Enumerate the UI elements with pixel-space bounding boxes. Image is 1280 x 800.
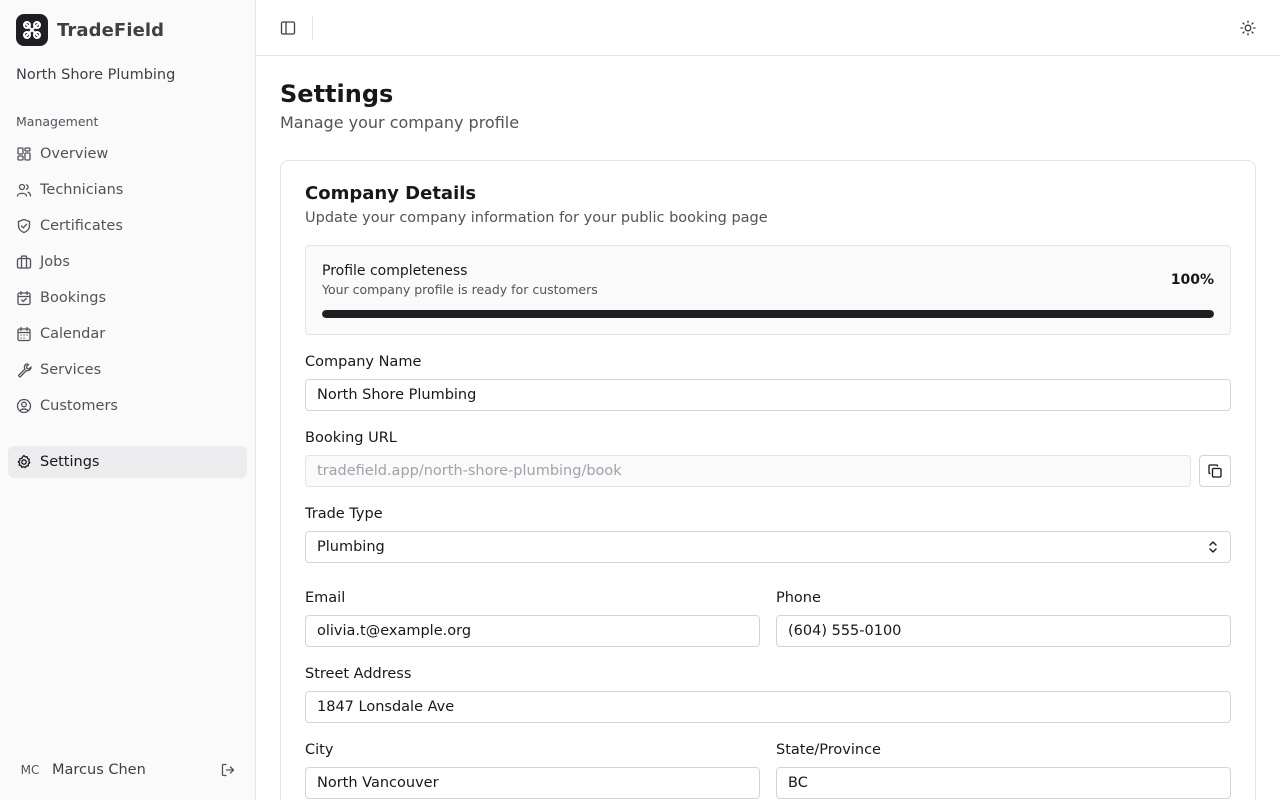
calendar-check-icon xyxy=(17,290,31,306)
sidebar-item-label: Overview xyxy=(40,146,109,162)
sidebar-item-overview[interactable]: Overview xyxy=(8,138,247,170)
company-details-card: Company Details Update your company info… xyxy=(280,160,1256,800)
gear-icon xyxy=(17,454,31,469)
sidebar-item-certificates[interactable]: Certificates xyxy=(8,210,247,242)
city-label: City xyxy=(305,742,334,758)
panel-left-icon xyxy=(280,21,296,35)
brand-logo-icon xyxy=(16,14,48,46)
grid-icon xyxy=(17,147,31,161)
sidebar-item-label: Settings xyxy=(40,454,100,470)
user-circle-icon xyxy=(16,398,32,414)
sidebar-item-label: Services xyxy=(40,362,102,378)
phone-field[interactable] xyxy=(776,615,1231,647)
company-name-input[interactable] xyxy=(305,379,1231,411)
city-input[interactable] xyxy=(305,767,760,799)
sidebar-nav: Overview Technicians Certificates Jobs B… xyxy=(8,138,247,482)
card-title: Company Details xyxy=(305,183,477,204)
email-field[interactable] xyxy=(305,615,760,647)
sidebar-item-services[interactable]: Services xyxy=(8,354,247,386)
sidebar-item-bookings[interactable]: Bookings xyxy=(8,282,247,314)
booking-url-input[interactable] xyxy=(305,455,1191,487)
logout-icon xyxy=(221,763,235,777)
chevron-up-down-icon xyxy=(1207,540,1219,554)
copy-url-button[interactable] xyxy=(1199,455,1231,487)
profile-completeness-panel: Profile completeness Your company profil… xyxy=(305,245,1231,335)
copy-icon xyxy=(1208,464,1222,478)
avatar: MC xyxy=(20,763,40,777)
email-label: Email xyxy=(305,590,346,606)
users-icon xyxy=(16,183,32,197)
phone-label: Phone xyxy=(776,590,821,606)
trade-type-label: Trade Type xyxy=(305,506,383,522)
progress-percentage: 100% xyxy=(1170,272,1214,288)
sidebar: TradeField North Shore Plumbing Manageme… xyxy=(0,0,256,800)
state-province-label: State/Province xyxy=(776,742,881,758)
toolbar-divider xyxy=(312,16,313,40)
sidebar-item-label: Technicians xyxy=(40,182,124,198)
sidebar-item-label: Calendar xyxy=(40,326,106,342)
booking-url-label: Booking URL xyxy=(305,430,397,446)
sidebar-item-jobs[interactable]: Jobs xyxy=(8,246,247,278)
top-bar xyxy=(256,0,1280,56)
sun-icon xyxy=(1240,20,1256,36)
sidebar-item-label: Bookings xyxy=(40,290,107,306)
page-subtitle: Manage your company profile xyxy=(280,113,520,132)
sidebar-toggle-button[interactable] xyxy=(276,16,300,40)
company-name: North Shore Plumbing xyxy=(16,67,176,83)
state-province-input[interactable] xyxy=(776,767,1231,799)
progress-title: Profile completeness xyxy=(322,263,468,279)
sidebar-item-label: Jobs xyxy=(40,254,70,270)
sidebar-item-calendar[interactable]: Calendar xyxy=(8,318,247,350)
theme-toggle-button[interactable] xyxy=(1236,16,1260,40)
trade-type-value: Plumbing xyxy=(317,539,385,555)
shield-check-icon xyxy=(17,218,31,234)
user-profile[interactable]: MC Marcus Chen xyxy=(16,756,240,784)
calendar-icon xyxy=(17,326,31,342)
sidebar-item-technicians[interactable]: Technicians xyxy=(8,174,247,206)
sidebar-item-customers[interactable]: Customers xyxy=(8,390,247,422)
company-name-label: Company Name xyxy=(305,354,422,370)
sidebar-item-label: Customers xyxy=(40,398,118,414)
sidebar-item-settings[interactable]: Settings xyxy=(8,446,247,478)
brand-name: TradeField xyxy=(57,19,165,41)
trade-type-select[interactable]: Plumbing xyxy=(305,531,1231,563)
progress-description: Your company profile is ready for custom… xyxy=(322,282,598,297)
nav-group-label: Management xyxy=(16,114,99,129)
progress-bar xyxy=(322,310,1214,318)
sidebar-item-label: Certificates xyxy=(40,218,123,234)
street-address-label: Street Address xyxy=(305,666,412,682)
user-name: Marcus Chen xyxy=(52,762,146,778)
street-address-input[interactable] xyxy=(305,691,1231,723)
wrench-icon xyxy=(17,363,32,378)
brand[interactable]: TradeField xyxy=(16,14,164,46)
card-description: Update your company information for your… xyxy=(305,210,768,226)
page-title: Settings xyxy=(280,80,394,108)
progress-bar-fill xyxy=(322,310,1214,318)
briefcase-icon xyxy=(16,255,32,269)
logout-button[interactable] xyxy=(216,758,240,782)
